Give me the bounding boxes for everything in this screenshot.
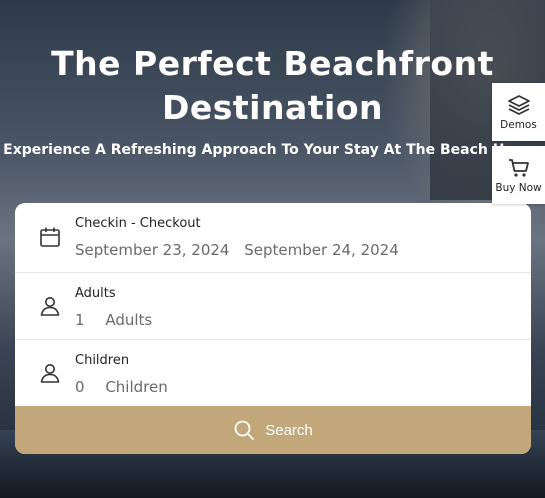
children-value[interactable]: 0 Children	[75, 378, 168, 396]
dates-value[interactable]: September 23, 2024 September 24, 2024	[75, 241, 399, 259]
hero-title-line1: The Perfect Beachfront	[51, 44, 494, 83]
buy-now-label: Buy Now	[495, 181, 542, 194]
dates-label: Checkin - Checkout	[75, 216, 201, 231]
buy-now-button[interactable]: Buy Now	[492, 146, 545, 204]
children-field[interactable]: Children 0 Children	[15, 340, 531, 406]
adults-count[interactable]: 1	[75, 311, 85, 329]
hero-title-line2: Destination	[161, 88, 383, 127]
calendar-icon	[40, 227, 60, 247]
hero-title: The Perfect Beachfront Destination	[0, 42, 545, 130]
layers-icon	[507, 94, 530, 115]
demos-button[interactable]: Demos	[492, 83, 545, 141]
demos-label: Demos	[500, 118, 537, 131]
adults-unit: Adults	[105, 311, 153, 329]
adults-label: Adults	[75, 286, 116, 301]
children-count[interactable]: 0	[75, 378, 85, 396]
checkout-date[interactable]: September 24, 2024	[244, 241, 398, 259]
adults-field[interactable]: Adults 1 Adults	[15, 273, 531, 340]
booking-form: Checkin - Checkout September 23, 2024 Se…	[15, 203, 531, 454]
user-icon	[40, 297, 60, 316]
search-button[interactable]: Search	[15, 406, 531, 454]
children-label: Children	[75, 353, 130, 368]
cart-icon	[508, 158, 529, 177]
search-label: Search	[265, 421, 313, 439]
adults-value[interactable]: 1 Adults	[75, 311, 152, 329]
children-unit: Children	[105, 378, 168, 396]
hero-subtitle: Experience A Refreshing Approach To Your…	[3, 142, 542, 158]
user-icon	[40, 364, 60, 383]
dates-field[interactable]: Checkin - Checkout September 23, 2024 Se…	[15, 203, 531, 273]
search-icon	[234, 420, 255, 440]
side-panel: Demos Buy Now	[492, 83, 545, 209]
checkin-date[interactable]: September 23, 2024	[75, 241, 229, 259]
